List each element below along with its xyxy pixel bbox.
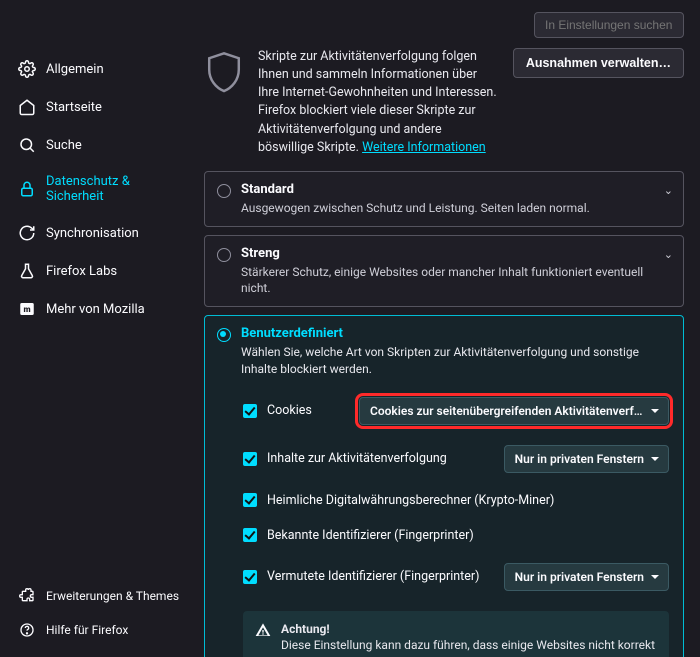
chevron-down-icon: ⌄: [664, 184, 673, 197]
sidebar-item-extensions[interactable]: Erweiterungen & Themes: [10, 581, 192, 611]
sidebar-item-mozilla[interactable]: m Mehr von Mozilla: [10, 292, 192, 326]
warning-icon: [255, 622, 271, 638]
mozilla-icon: m: [18, 300, 36, 318]
gear-icon: [18, 60, 36, 78]
sidebar-item-label: Suche: [46, 138, 82, 153]
panel-desc: Ausgewogen zwischen Schutz und Leistung.…: [241, 200, 590, 216]
panel-title: Standard: [241, 182, 590, 197]
label-cookies: Cookies: [267, 403, 349, 418]
dropdown-cookies[interactable]: Cookies zur seitenübergreifenden Aktivit…: [359, 397, 669, 425]
sidebar-item-label: Datenschutz & Sicherheit: [46, 174, 184, 204]
sidebar-item-sync[interactable]: Synchronisation: [10, 216, 192, 250]
panel-standard[interactable]: Standard Ausgewogen zwischen Schutz und …: [204, 171, 684, 227]
home-icon: [18, 98, 36, 116]
settings-search-input[interactable]: [534, 12, 684, 38]
search-icon: [18, 136, 36, 154]
puzzle-icon: [18, 587, 36, 605]
radio-custom[interactable]: [217, 328, 231, 342]
svg-text:m: m: [23, 305, 30, 315]
manage-exceptions-button[interactable]: Ausnahmen verwalten…: [513, 48, 684, 78]
chevron-down-icon: ⌄: [664, 248, 673, 261]
checkbox-suspected-fingerprinters[interactable]: [243, 570, 257, 584]
sidebar-item-label: Allgemein: [46, 62, 104, 77]
panel-strict[interactable]: Streng Stärkerer Schutz, einige Websites…: [204, 235, 684, 307]
checkbox-tracking-content[interactable]: [243, 452, 257, 466]
content: Skripte zur Aktivitätenverfolgung folgen…: [198, 44, 700, 657]
warning-text: Diese Einstellung kann dazu führen, dass…: [281, 638, 655, 657]
lock-icon: [18, 180, 36, 198]
checkbox-known-fingerprinters[interactable]: [243, 528, 257, 542]
sidebar-item-labs[interactable]: Firefox Labs: [10, 254, 192, 288]
tracking-intro: Skripte zur Aktivitätenverfolgung folgen…: [204, 44, 684, 171]
sidebar-item-privacy[interactable]: Datenschutz & Sicherheit: [10, 166, 192, 212]
label-suspected-fingerprinters: Vermutete Identifizierer (Fingerprinter): [267, 569, 494, 584]
warning-title: Achtung!: [281, 622, 330, 636]
sidebar-item-help[interactable]: Hilfe für Firefox: [10, 615, 192, 645]
checkbox-cookies[interactable]: [243, 404, 257, 418]
sidebar-item-label: Firefox Labs: [46, 264, 117, 279]
panel-custom: Benutzerdefiniert Wählen Sie, welche Art…: [204, 315, 684, 657]
label-tracking-content: Inhalte zur Aktivitätenverfolgung: [267, 451, 494, 466]
dropdown-suspected-fingerprinters[interactable]: Nur in privaten Fenstern: [504, 563, 669, 591]
sidebar-item-label: Erweiterungen & Themes: [46, 589, 179, 603]
sidebar-item-label: Hilfe für Firefox: [46, 623, 128, 637]
sidebar-item-label: Mehr von Mozilla: [46, 302, 145, 317]
sidebar-item-general[interactable]: Allgemein: [10, 52, 192, 86]
sidebar-item-label: Startseite: [46, 100, 102, 115]
shield-icon: [204, 50, 244, 96]
intro-more-link[interactable]: Weitere Informationen: [362, 140, 486, 155]
radio-standard[interactable]: [217, 184, 231, 198]
warning-box: Achtung! Diese Einstellung kann dazu füh…: [243, 611, 669, 657]
panel-desc: Wählen Sie, welche Art von Skripten zur …: [241, 344, 653, 376]
dropdown-tracking-content[interactable]: Nur in privaten Fenstern: [504, 445, 669, 473]
panel-title: Benutzerdefiniert: [241, 326, 653, 341]
sync-icon: [18, 224, 36, 242]
intro-text: Skripte zur Aktivitätenverfolgung folgen…: [258, 48, 499, 157]
flask-icon: [18, 262, 36, 280]
label-cryptominers: Heimliche Digitalwährungsberechner (Kryp…: [267, 493, 669, 508]
panel-desc: Stärkerer Schutz, einige Websites oder m…: [241, 264, 653, 296]
sidebar-item-label: Synchronisation: [46, 226, 139, 241]
help-icon: [18, 621, 36, 639]
sidebar-item-home[interactable]: Startseite: [10, 90, 192, 124]
checkbox-cryptominers[interactable]: [243, 493, 257, 507]
sidebar: Allgemein Startseite Suche Datenschutz &…: [0, 44, 198, 657]
panel-title: Streng: [241, 246, 653, 261]
sidebar-item-search[interactable]: Suche: [10, 128, 192, 162]
label-known-fingerprinters: Bekannte Identifizierer (Fingerprinter): [267, 528, 669, 543]
radio-strict[interactable]: [217, 248, 231, 262]
